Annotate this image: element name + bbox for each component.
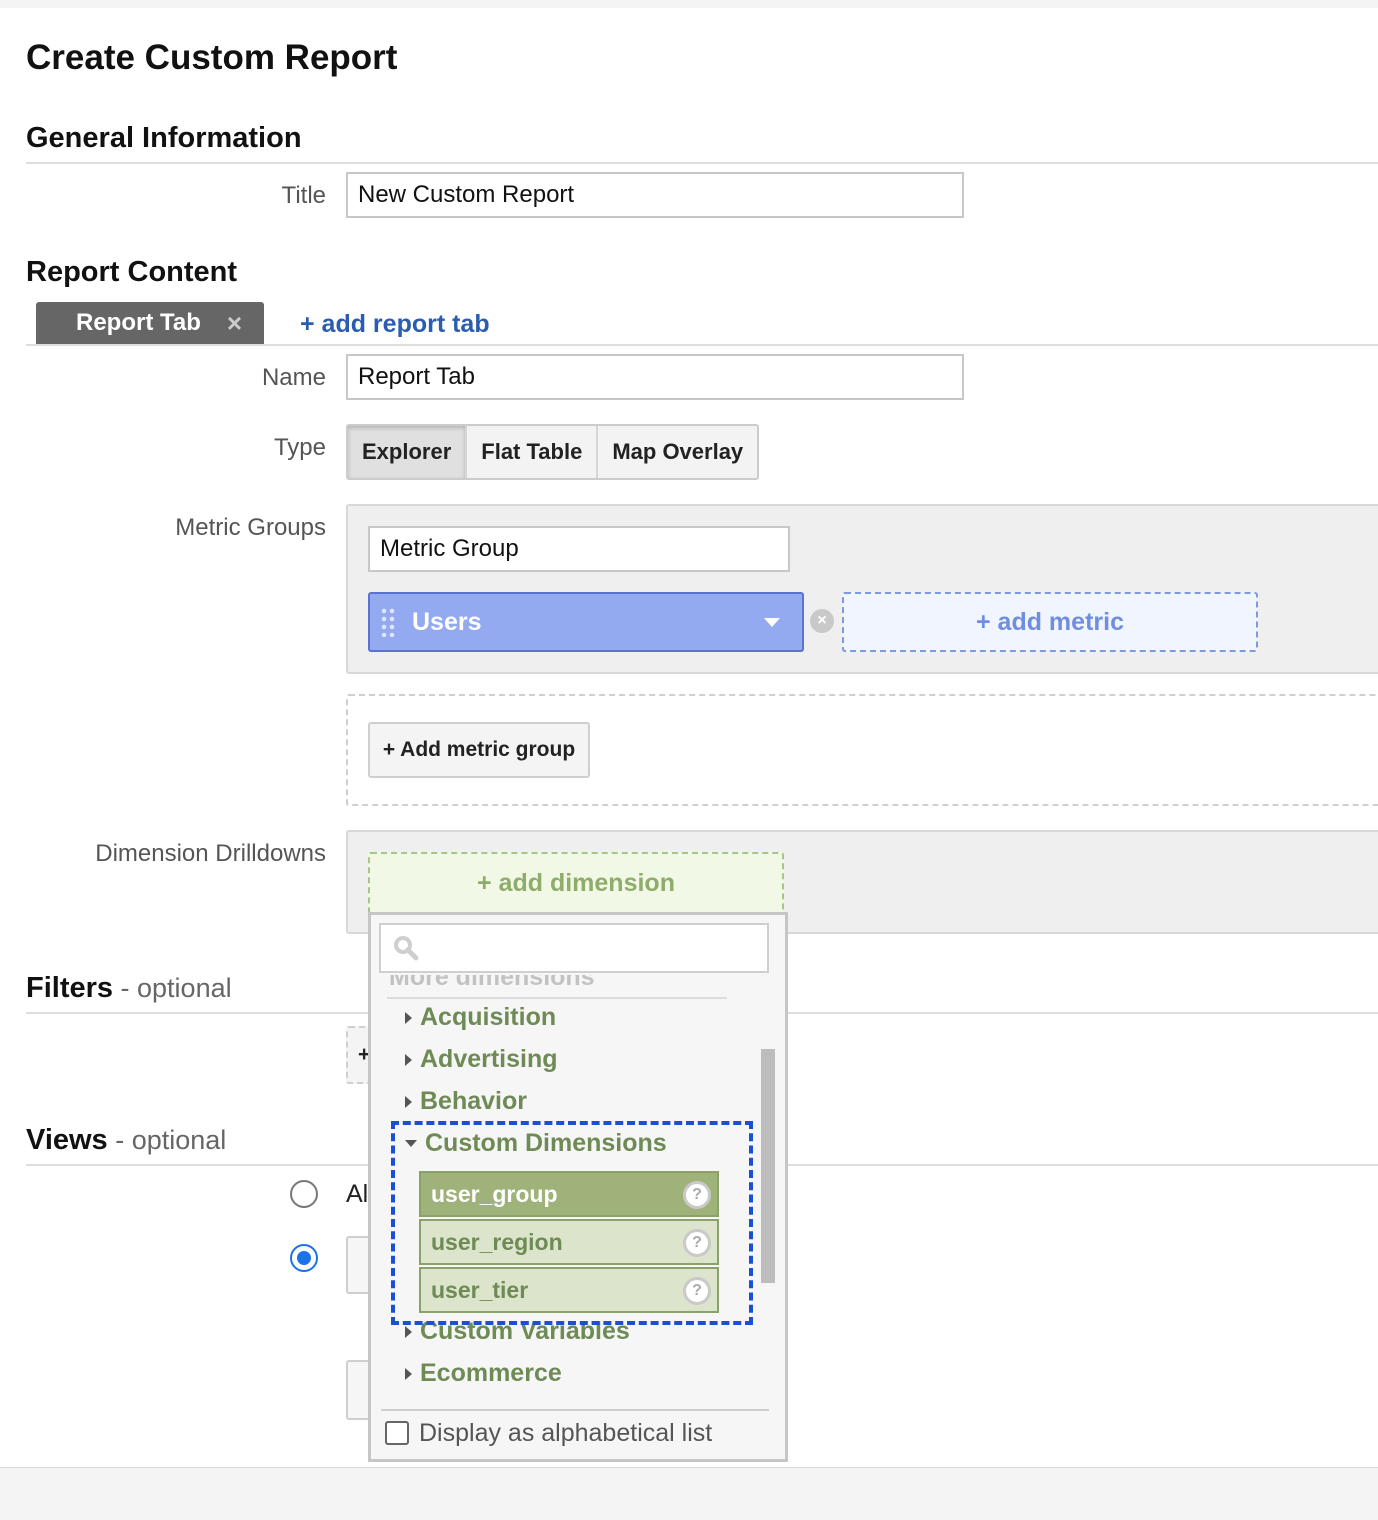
caret-right-icon xyxy=(405,1095,412,1108)
category-label: Advertising xyxy=(420,1045,558,1073)
views-title: Views xyxy=(26,1124,108,1156)
alphabetical-list-label: Display as alphabetical list xyxy=(419,1419,713,1447)
category-label: Acquisition xyxy=(420,1003,557,1031)
divider xyxy=(26,162,1378,164)
chevron-down-icon[interactable] xyxy=(764,618,780,627)
add-dimension-button[interactable]: + add dimension xyxy=(368,852,784,914)
report-type-selector: Explorer Flat Table Map Overlay xyxy=(346,424,760,480)
title-input[interactable]: New Custom Report xyxy=(346,172,964,218)
dimension-search-input[interactable] xyxy=(379,923,769,973)
caret-right-icon xyxy=(405,1053,412,1066)
metric-group-name-input[interactable]: Metric Group xyxy=(368,526,790,572)
metric-groups-label: Metric Groups xyxy=(175,514,326,541)
views-selected-radio[interactable] xyxy=(290,1244,318,1272)
metric-chip-label: Users xyxy=(412,607,482,636)
report-content-heading: Report Content xyxy=(26,256,238,288)
general-information-heading: General Information xyxy=(26,122,302,154)
name-label: Name xyxy=(261,364,326,391)
add-metric-group-button[interactable]: + Add metric group xyxy=(368,722,590,778)
type-label: Type xyxy=(273,434,326,461)
divider xyxy=(26,344,1378,346)
divider xyxy=(0,1467,1378,1468)
report-tab-label: Report Tab xyxy=(76,309,201,336)
page-title: Create Custom Report xyxy=(26,38,398,77)
more-dimensions-header: More dimensions xyxy=(389,975,595,991)
title-label: Title xyxy=(281,182,326,209)
divider xyxy=(381,1409,769,1411)
page: Create Custom Report General Information… xyxy=(0,8,1378,1468)
tab-name-input[interactable]: Report Tab xyxy=(346,354,964,400)
caret-right-icon xyxy=(405,1011,412,1024)
add-report-tab-link[interactable]: + add report tab xyxy=(300,310,490,339)
remove-metric-icon[interactable]: × xyxy=(810,609,834,633)
highlight-annotation xyxy=(391,1121,753,1325)
dropdown-scrollbar[interactable] xyxy=(761,1049,775,1283)
metric-chip-users[interactable]: Users xyxy=(368,592,804,652)
caret-right-icon xyxy=(405,1367,412,1380)
divider xyxy=(387,997,727,999)
drag-handle-icon[interactable] xyxy=(380,607,396,637)
caret-right-icon xyxy=(405,1325,412,1338)
category-acquisition[interactable]: Acquisition xyxy=(405,1003,556,1032)
search-icon xyxy=(394,936,419,961)
category-behavior[interactable]: Behavior xyxy=(405,1087,527,1116)
alphabetical-list-checkbox[interactable] xyxy=(385,1421,409,1445)
type-flat-table-button[interactable]: Flat Table xyxy=(467,426,599,478)
dimension-drilldowns-label: Dimension Drilldowns xyxy=(95,840,326,867)
filters-optional: - optional xyxy=(113,973,232,1003)
type-map-overlay-button[interactable]: Map Overlay xyxy=(598,426,757,478)
close-icon[interactable]: × xyxy=(227,308,242,339)
dimension-dropdown: More dimensions Acquisition Advertising … xyxy=(368,912,788,1462)
views-all-label: Al xyxy=(346,1180,369,1208)
category-label: Ecommerce xyxy=(420,1359,562,1387)
category-advertising[interactable]: Advertising xyxy=(405,1045,558,1074)
views-all-radio[interactable] xyxy=(290,1180,318,1208)
filters-heading: Filters - optional xyxy=(26,972,232,1005)
tab-report-tab[interactable]: Report Tab × xyxy=(36,302,264,344)
type-explorer-button[interactable]: Explorer xyxy=(348,426,468,478)
views-optional: - optional xyxy=(107,1125,227,1155)
category-ecommerce[interactable]: Ecommerce xyxy=(405,1359,562,1388)
filters-title: Filters xyxy=(26,972,114,1004)
views-heading: Views - optional xyxy=(26,1124,226,1157)
category-label: Behavior xyxy=(420,1087,527,1115)
add-metric-button[interactable]: + add metric xyxy=(842,592,1258,652)
